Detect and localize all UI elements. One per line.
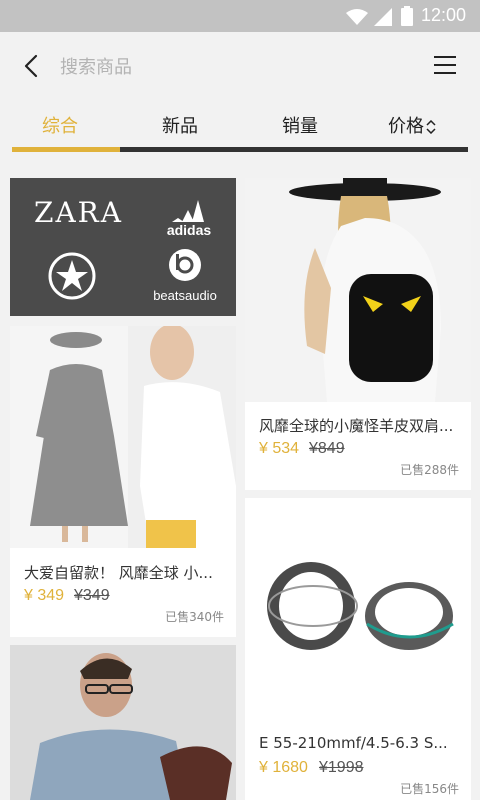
sort-tabs: 综合 新品 销量 价格 [0,100,480,152]
brand-banner[interactable]: ZARA adidas beatsaudio [10,178,236,316]
product-sold-count: 已售156件 [400,782,459,796]
tab-new[interactable]: 新品 [162,112,198,138]
signal-icon [374,8,392,26]
product-old-price: ¥349 [74,587,110,604]
adidas-logo: adidas [167,200,212,238]
product-image-handbag [10,645,236,800]
product-card[interactable] [10,645,236,800]
sort-arrows-icon [426,119,436,135]
tab-price[interactable]: 价格 [388,112,436,138]
product-image-rings [245,498,471,722]
tab-comprehensive[interactable]: 综合 [42,112,78,138]
product-card[interactable]: 风靡全球的小魔怪羊皮双肩... ¥ 534 ¥849 已售288件 [245,178,471,490]
product-card[interactable]: 大爱自留款！ 风靡全球 小... ¥ 349 ¥349 已售340件 [10,326,236,637]
product-price: ¥ 349 [24,587,65,604]
zara-logo: ZARA [34,196,123,229]
header: 搜索商品 [0,32,480,100]
product-title: 风靡全球的小魔怪羊皮双肩... [259,417,454,435]
product-image-knitwear [10,326,236,548]
menu-icon[interactable] [434,55,456,75]
product-sold-count: 已售288件 [400,463,459,477]
tab-indicator-track [120,147,468,152]
product-title: E 55-210mmf/4.5-6.3 S... [259,734,448,752]
product-card[interactable]: E 55-210mmf/4.5-6.3 S... ¥ 1680 ¥1998 已售… [245,498,471,800]
tab-indicator-active [12,147,120,152]
wifi-icon [346,9,368,25]
search-input[interactable]: 搜索商品 [60,53,132,79]
product-price: ¥ 534 [259,440,300,457]
product-old-price: ¥1998 [319,759,364,776]
beats-logo: beatsaudio [153,249,217,303]
battery-icon [401,6,413,26]
tab-sales[interactable]: 销量 [282,112,318,138]
product-image-backpack [245,178,471,402]
status-time: 12:00 [420,5,466,25]
product-price: ¥ 1680 [259,759,308,776]
product-old-price: ¥849 [309,440,345,457]
svg-text:beatsaudio: beatsaudio [153,288,217,303]
status-bar: 12:00 [0,0,480,32]
product-title: 大爱自留款！ 风靡全球 小... [24,564,213,582]
svg-text:adidas: adidas [167,222,212,238]
product-sold-count: 已售340件 [165,610,224,624]
back-arrow-icon[interactable] [18,52,46,80]
converse-star-logo [48,252,96,300]
